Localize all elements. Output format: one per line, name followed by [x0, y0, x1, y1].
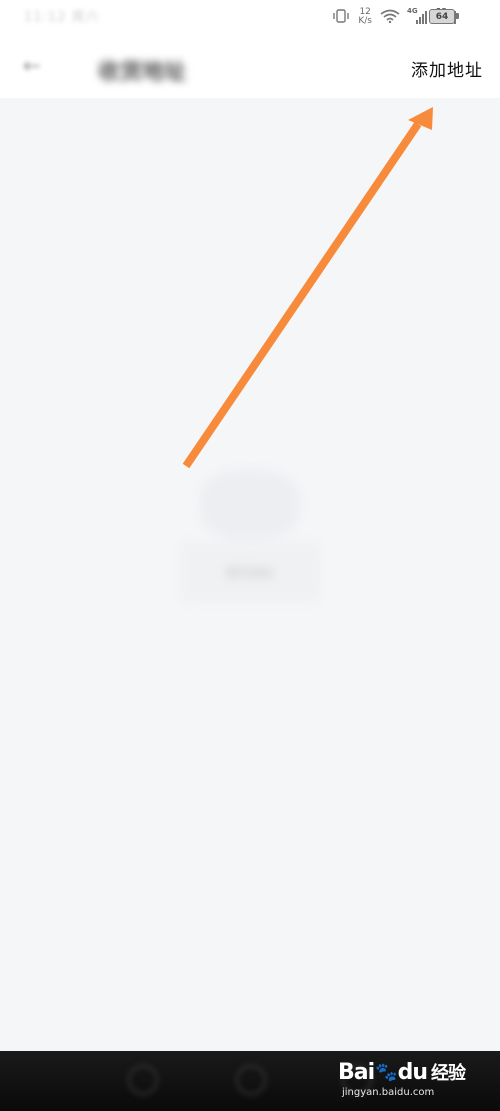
status-bar: 11:12 周六 12 K/s 4G 5G 64: [0, 0, 500, 36]
header: ← 收货地址 添加地址: [0, 36, 500, 98]
sim1-tag: 4G: [407, 7, 418, 15]
page-title: 收货地址: [98, 60, 187, 85]
system-nav-bar: Bai 🐾 du 经验 jingyan.baidu.com: [0, 1051, 500, 1111]
nav-home-button[interactable]: [236, 1065, 266, 1095]
annotation-arrow-line: [182, 121, 422, 469]
annotation-arrow-head: [408, 107, 433, 130]
wifi-icon: [380, 9, 400, 26]
battery-level: 64: [435, 11, 449, 22]
signal-sim1-icon: 4G: [407, 7, 427, 24]
empty-state-text: 暂无地址: [225, 566, 274, 580]
nav-back-button[interactable]: [128, 1065, 158, 1095]
empty-state: 暂无地址: [150, 460, 350, 620]
vibrate-icon: [332, 8, 350, 26]
watermark-site: jingyan.baidu.com: [342, 1087, 435, 1098]
watermark-brand: Bai 🐾 du 经验: [338, 1057, 488, 1087]
watermark-brand-c: 经验: [431, 1063, 466, 1084]
baidu-watermark: Bai 🐾 du 经验 jingyan.baidu.com: [338, 1057, 488, 1103]
network-speed-unit: K/s: [358, 16, 372, 26]
add-address-button[interactable]: 添加地址: [411, 56, 483, 81]
network-speed: 12 K/s: [358, 8, 372, 26]
paw-icon: 🐾: [375, 1061, 397, 1083]
watermark-brand-b: du: [397, 1059, 428, 1085]
battery-icon: 64: [429, 9, 459, 24]
empty-illustration-icon: [200, 470, 300, 540]
watermark-brand-a: Bai: [338, 1059, 375, 1085]
back-arrow-icon[interactable]: ←: [18, 52, 46, 80]
status-time: 11:12 周六: [24, 10, 100, 25]
